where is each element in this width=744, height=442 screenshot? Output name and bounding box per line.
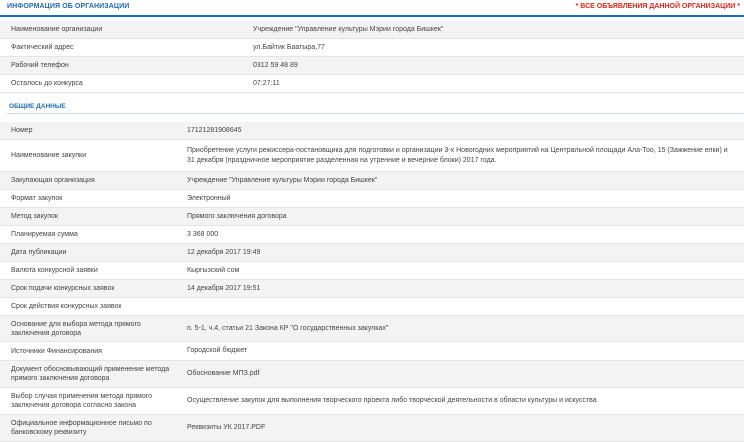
org-info-header: ИНФОРМАЦИЯ ОБ ОРГАНИЗАЦИИ * ВСЕ ОБЪЯВЛЕН… [0,0,744,17]
org-name-value: Учреждение "Управление культуры Мэрии го… [253,26,444,33]
table-row: Валюта конкурсной заявки Кыргызский сом [0,262,744,280]
deadline-label: Срок подачи конкурсных заявок [11,285,115,292]
table-row: Номер 17121281908645 [0,122,744,140]
planned-sum-value: 3 368 000 [187,230,219,238]
table-row: Метод закупок Прямого заключения договор… [0,208,744,226]
direct-basis-label: Основание для выбора метода прямого закл… [11,320,141,337]
phone-value: 0312 59 48 89 [253,62,298,69]
bank-letter-label: Официальное информационное письмо по бан… [11,420,152,436]
org-info-title: ИНФОРМАЦИЯ ОБ ОРГАНИЗАЦИИ [7,3,130,10]
table-row: Документ обосновывающий применение метод… [0,361,744,388]
number-value: 17121281908645 [187,126,242,134]
general-data-table: Номер 17121281908645 Наименование закупк… [0,122,744,442]
all-org-announcements-link[interactable]: * ВСЕ ОБЪЯВЛЕНИЯ ДАННОЙ ОРГАНИЗАЦИИ * [576,3,740,10]
org-info-table: Наименование организации Учреждение "Упр… [0,21,744,93]
org-name-label: Наименование организации [11,26,103,33]
funding-label: Источники Финансирования [11,347,102,355]
bank-letter-link[interactable]: Реквизиты УК 2017.PDF [187,423,737,433]
table-row: Выбор случая применения метода прямого з… [0,388,744,415]
justification-doc-label: Документ обосновывающий применение метод… [11,366,170,382]
purchase-name-value: Приобретение услуги режиссера-постановщи… [187,146,728,164]
time-left-value: 07:27:11 [253,80,280,87]
deadline-value: 14 декабря 2017 19:51 [187,284,261,292]
table-row: Дата публикации 12 декабря 2017 19:49 [0,244,744,262]
purchase-name-label: Наименование закупки [11,152,86,159]
table-row: Срок действия конкурсных заявок [0,298,744,316]
table-row: Наименование организации Учреждение "Упр… [0,21,744,39]
section-divider [7,113,744,114]
method-value: Прямого заключения договора [187,212,287,220]
table-row: Закупающая организация Учреждение "Управ… [0,172,744,190]
table-row: Официальное информационное письмо по бан… [0,415,744,442]
publish-date-label: Дата публикации [11,249,67,256]
direct-basis-value: п. 5-1, ч.4, статьи 21 Закона КР "О госу… [187,324,389,332]
table-row: Планируемая сумма 3 368 000 [0,226,744,244]
table-row: Рабочий телефон 0312 59 48 89 [0,57,744,75]
address-label: Фактический адрес [11,44,74,51]
format-value: Электронный [187,194,231,202]
buyer-org-label: Закупающая организация [11,177,95,184]
number-label: Номер [11,127,33,134]
table-row: Срок подачи конкурсных заявок 14 декабря… [0,280,744,298]
time-left-label: Осталось до конкурса [11,80,83,87]
currency-label: Валюта конкурсной заявки [11,267,98,274]
planned-sum-label: Планируемая сумма [11,231,78,238]
validity-label: Срок действия конкурсных заявок [11,303,122,310]
currency-value: Кыргызский сом [187,266,240,274]
format-label: Формат закупок [11,195,63,202]
case-choice-label: Выбор случая применения метода прямого з… [11,393,153,409]
table-row: Формат закупок Электронный [0,190,744,208]
funding-value: Городской бюджет [187,347,248,354]
justification-doc-link[interactable]: Обоснование МПЗ.pdf [187,369,737,379]
publish-date-value: 12 декабря 2017 19:49 [187,248,261,256]
general-data-title: ОБЩИЕ ДАННЫЕ [9,103,66,110]
phone-label: Рабочий телефон [11,62,69,69]
buyer-org-value: Учреждение "Управление культуры Мэрии го… [187,176,378,184]
table-row: Источники Финансирования Городской бюдже… [0,342,744,361]
address-value: ул.Байтик Баатыра,77 [253,44,325,51]
case-choice-value: Осуществление закупок для выполнения тво… [187,397,597,404]
table-row: Основание для выбора метода прямого закл… [0,316,744,342]
table-row: Наименование закупки Приобретение услуги… [0,140,744,172]
method-label: Метод закупок [11,213,58,220]
table-row: Осталось до конкурса 07:27:11 [0,75,744,93]
table-row: Фактический адрес ул.Байтик Баатыра,77 [0,39,744,57]
